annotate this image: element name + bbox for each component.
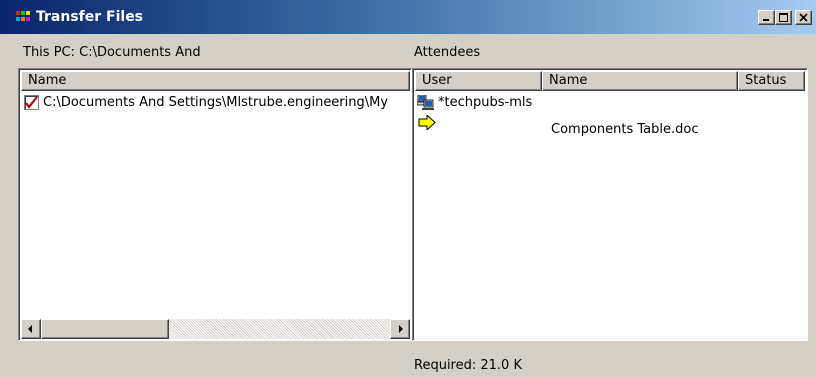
attendees-list[interactable]: User Name Status *techpubs-mls Component… [412, 68, 808, 341]
attendee-user: *techpubs-mls [438, 95, 533, 110]
attendees-label: Attendees [414, 45, 481, 60]
scroll-left-button[interactable] [21, 319, 41, 339]
file-path: C:\Documents And Settings\Mlstrube.engin… [43, 95, 389, 110]
arrow-right-icon [418, 113, 436, 134]
column-header-status[interactable]: Status [738, 71, 805, 91]
minimize-icon [763, 19, 769, 21]
required-size: Required: 21.0 K [414, 358, 522, 373]
computer-network-icon [416, 94, 435, 115]
list-item[interactable]: C:\Documents And Settings\Mlstrube.engin… [23, 94, 408, 112]
column-header-user[interactable]: User [415, 71, 542, 91]
arrow-left-icon [28, 325, 32, 333]
transfer-files-window: Transfer Files This PC: C:\Documents And… [0, 0, 816, 377]
list-item[interactable]: *techpubs-mls [416, 94, 804, 112]
close-icon [799, 13, 808, 22]
arrow-right-icon [399, 325, 403, 333]
list-item[interactable]: Components Table.doc [416, 113, 804, 137]
maximize-icon [779, 13, 788, 22]
window-title: Transfer Files [36, 9, 144, 25]
close-button[interactable] [795, 10, 812, 25]
checkmark-icon [25, 96, 38, 109]
maximize-button[interactable] [775, 10, 792, 25]
local-files-list[interactable]: Name C:\Documents And Settings\Mlstrube.… [18, 68, 412, 341]
scroll-thumb[interactable] [41, 319, 169, 339]
transfer-file-name: Components Table.doc [551, 122, 699, 137]
scroll-right-button[interactable] [390, 319, 410, 339]
horizontal-scrollbar[interactable] [21, 319, 410, 339]
title-bar[interactable]: Transfer Files [0, 0, 816, 34]
checkbox[interactable] [24, 95, 39, 110]
column-header-name[interactable]: Name [542, 71, 738, 91]
this-pc-label: This PC: C:\Documents And [23, 45, 201, 60]
minimize-button[interactable] [758, 10, 775, 25]
transfer-app-icon [16, 9, 32, 25]
column-header-name[interactable]: Name [21, 71, 410, 91]
